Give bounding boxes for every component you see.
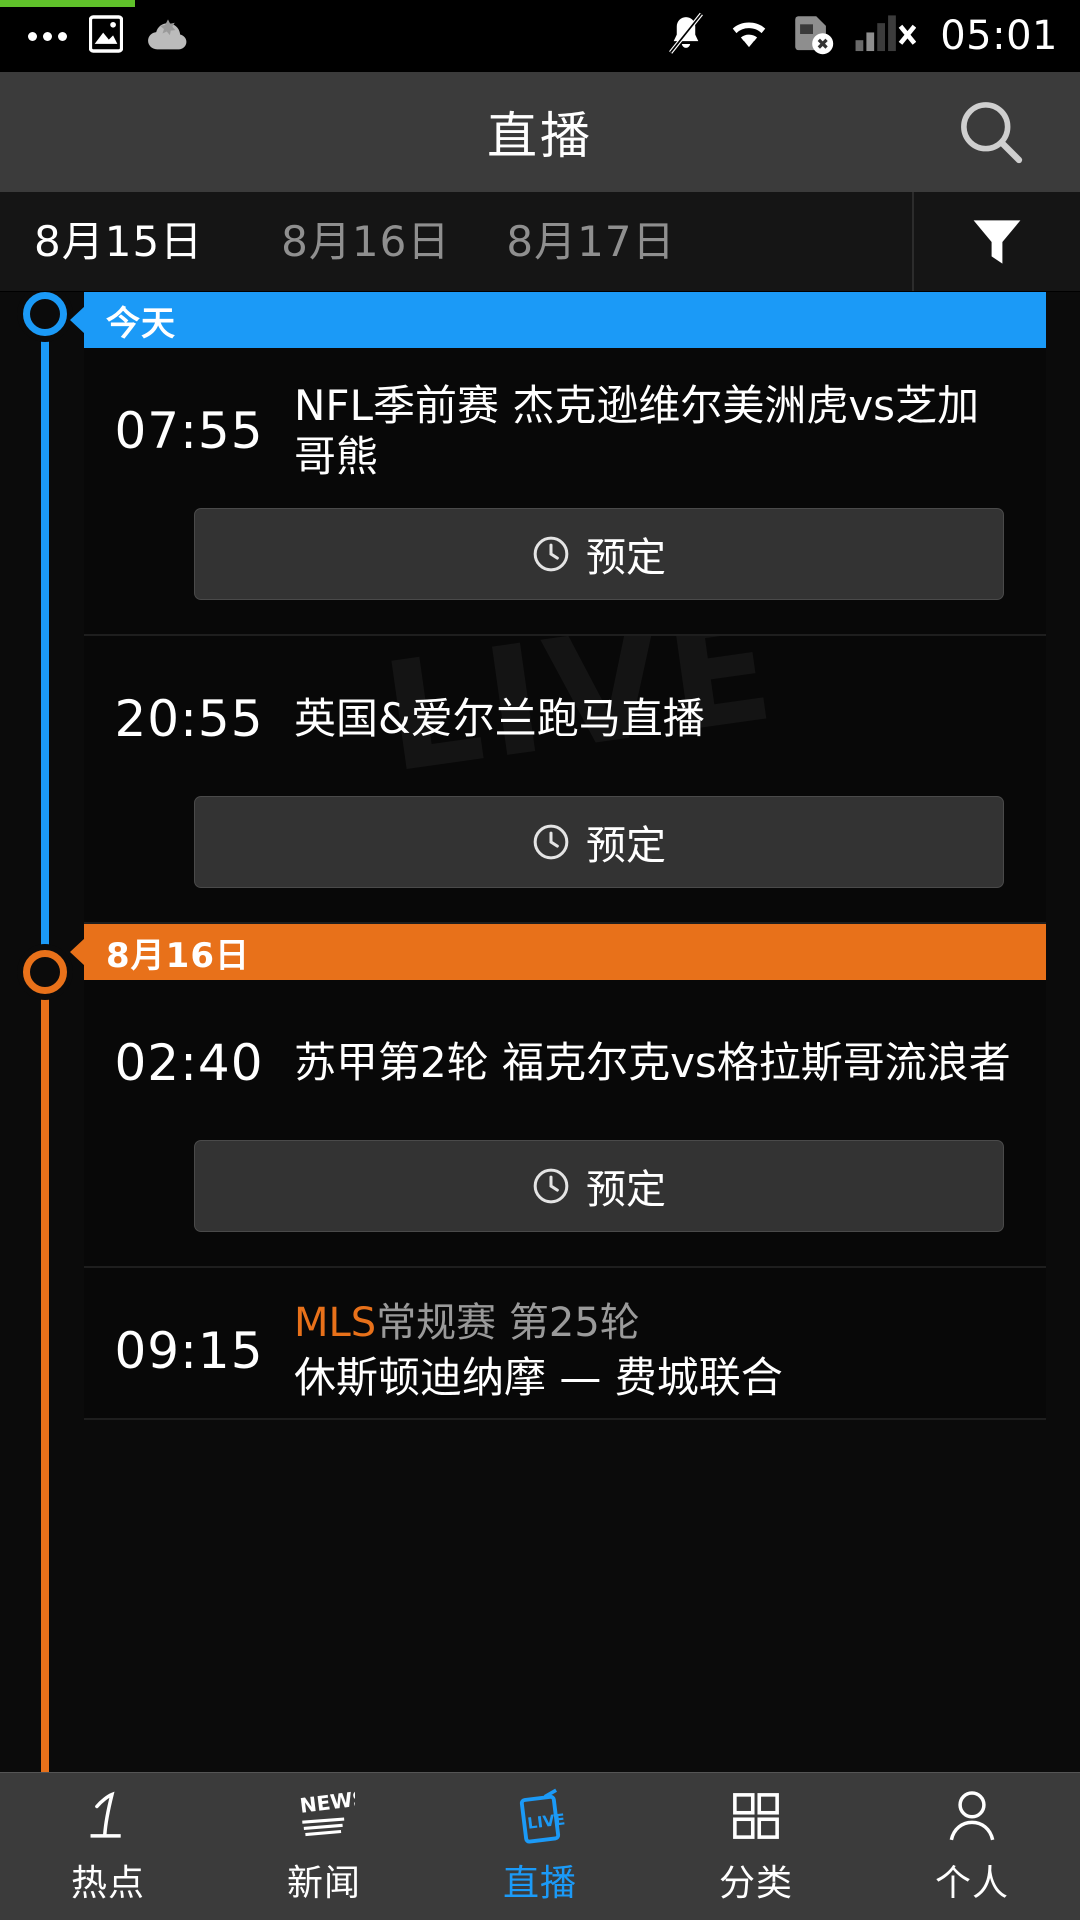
event-row: 02:40 苏甲第2轮 福克尔克vs格拉斯哥流浪者 [84, 980, 1026, 1130]
nav-item-categories[interactable]: 分类 [648, 1773, 864, 1920]
event-info: 苏甲第2轮 福克尔克vs格拉斯哥流浪者 [294, 1037, 1026, 1088]
event-info: NFL季前赛 杰克逊维尔美洲虎vs芝加哥熊 [294, 380, 1026, 482]
date-tab-bar: 8月15日 8月16日 8月17日 [0, 192, 1080, 292]
timeline-node-today [23, 292, 67, 336]
reserve-button-label: 预定 [586, 823, 666, 869]
reserve-button-label: 预定 [586, 1167, 666, 1213]
clock-icon [533, 536, 569, 572]
date-tab-0[interactable]: 8月15日 [34, 220, 263, 263]
status-bar-right-icons: 05:01 [666, 12, 1058, 60]
status-bar-clock: 05:01 [940, 13, 1058, 59]
search-icon[interactable] [954, 95, 1028, 169]
event-card[interactable]: 02:40 苏甲第2轮 福克尔克vs格拉斯哥流浪者 预定 [84, 980, 1046, 1268]
nav-item-live[interactable]: LIVE 直播 [432, 1773, 648, 1920]
date-tabs: 8月15日 8月16日 8月17日 [0, 192, 912, 291]
cloud-icon [145, 15, 191, 57]
grid-icon [730, 1788, 782, 1844]
bottom-navigation: 热点 NEWS 新闻 LIVE 直播 分类 个人 [0, 1772, 1080, 1920]
signal-off-icon [854, 13, 917, 59]
date-tab-1[interactable]: 8月16日 [263, 220, 488, 263]
news-icon: NEWS [293, 1788, 355, 1844]
live-icon: LIVE [512, 1788, 568, 1844]
event-card[interactable]: LIVE 20:55 英国&爱尔兰跑马直播 预定 [84, 636, 1046, 924]
app-header: 直播 [0, 72, 1080, 192]
nav-item-hot[interactable]: 热点 [0, 1773, 216, 1920]
day-banner-today: 今天 [84, 292, 1046, 348]
reserve-button[interactable]: 预定 [194, 508, 1004, 600]
person-icon [946, 1788, 998, 1844]
event-time: 20:55 [114, 690, 264, 748]
date-tab-2[interactable]: 8月17日 [488, 220, 713, 263]
nav-item-profile[interactable]: 个人 [864, 1773, 1080, 1920]
app-screen: 05:01 直播 8月15日 8月16日 8月17日 今天 07:55 NFL季… [0, 0, 1080, 1920]
event-title: 英国&爱尔兰跑马直播 [294, 694, 705, 744]
event-row: 09:15 MLS常规赛 第25轮 休斯顿迪纳摩 — 费城联合 [84, 1268, 1026, 1418]
event-info: MLS常规赛 第25轮 休斯顿迪纳摩 — 费城联合 [294, 1298, 1026, 1405]
timeline-rail [23, 292, 67, 1772]
event-card[interactable]: 07:55 NFL季前赛 杰克逊维尔美洲虎vs芝加哥熊 预定 [84, 348, 1046, 636]
svg-text:NEWS: NEWS [298, 1789, 355, 1818]
event-time: 07:55 [114, 402, 264, 460]
nav-label-hot: 热点 [70, 1862, 145, 1904]
event-info: 英国&爱尔兰跑马直播 [294, 693, 1026, 744]
event-time: 09:15 [114, 1322, 264, 1380]
reserve-button-label: 预定 [586, 535, 666, 581]
event-teams: 休斯顿迪纳摩 — 费城联合 [294, 1352, 783, 1402]
reserve-button[interactable]: 预定 [194, 796, 1004, 888]
timeline-segment-today [41, 314, 49, 972]
reserve-area: 预定 [84, 498, 1026, 634]
event-title: NFL季前赛 杰克逊维尔美洲虎vs芝加哥熊 [294, 380, 980, 481]
clock-icon [533, 824, 569, 860]
status-bar: 05:01 [0, 0, 1080, 72]
nav-label-news: 新闻 [286, 1862, 361, 1904]
event-card[interactable]: 09:15 MLS常规赛 第25轮 休斯顿迪纳摩 — 费城联合 [84, 1268, 1046, 1420]
event-time: 02:40 [114, 1034, 264, 1092]
timeline-node-next-day [23, 950, 67, 994]
image-icon [88, 15, 124, 57]
reserve-area: 预定 [84, 786, 1026, 922]
reserve-button[interactable]: 预定 [194, 1140, 1004, 1232]
numeral-one-icon [81, 1788, 135, 1844]
wifi-icon [726, 15, 772, 57]
svg-text:LIVE: LIVE [526, 1810, 566, 1832]
event-title: 苏甲第2轮 福克尔克vs格拉斯哥流浪者 [294, 1038, 1011, 1088]
filter-icon[interactable] [912, 192, 1080, 291]
event-league-rest: 常规赛 第25轮 [376, 1299, 640, 1346]
page-title: 直播 [487, 107, 593, 165]
reserve-area: 预定 [84, 1130, 1026, 1266]
sim-error-icon [792, 13, 834, 59]
more-dots-icon [28, 31, 67, 41]
status-bar-left-icons [28, 15, 191, 57]
event-league: MLS常规赛 第25轮 [294, 1298, 1016, 1348]
schedule-content: 今天 07:55 NFL季前赛 杰克逊维尔美洲虎vs芝加哥熊 预定 LIVE 2… [84, 292, 1046, 1420]
event-row: 07:55 NFL季前赛 杰克逊维尔美洲虎vs芝加哥熊 [84, 348, 1026, 498]
mute-bell-icon [666, 12, 706, 60]
event-row: 20:55 英国&爱尔兰跑马直播 [84, 636, 1026, 786]
nav-item-news[interactable]: NEWS 新闻 [216, 1773, 432, 1920]
event-league-accent: MLS [294, 1299, 377, 1346]
nav-label-live: 直播 [502, 1862, 577, 1904]
nav-label-profile: 个人 [934, 1862, 1009, 1904]
live-schedule-list[interactable]: 今天 07:55 NFL季前赛 杰克逊维尔美洲虎vs芝加哥熊 预定 LIVE 2… [0, 292, 1080, 1772]
nav-label-categories: 分类 [718, 1862, 793, 1904]
clock-icon [533, 1168, 569, 1204]
day-banner-next-day: 8月16日 [84, 924, 1046, 980]
timeline-segment-next-day [41, 972, 49, 1772]
page-load-progress [0, 0, 1080, 7]
page-load-progress-fill [0, 0, 135, 7]
